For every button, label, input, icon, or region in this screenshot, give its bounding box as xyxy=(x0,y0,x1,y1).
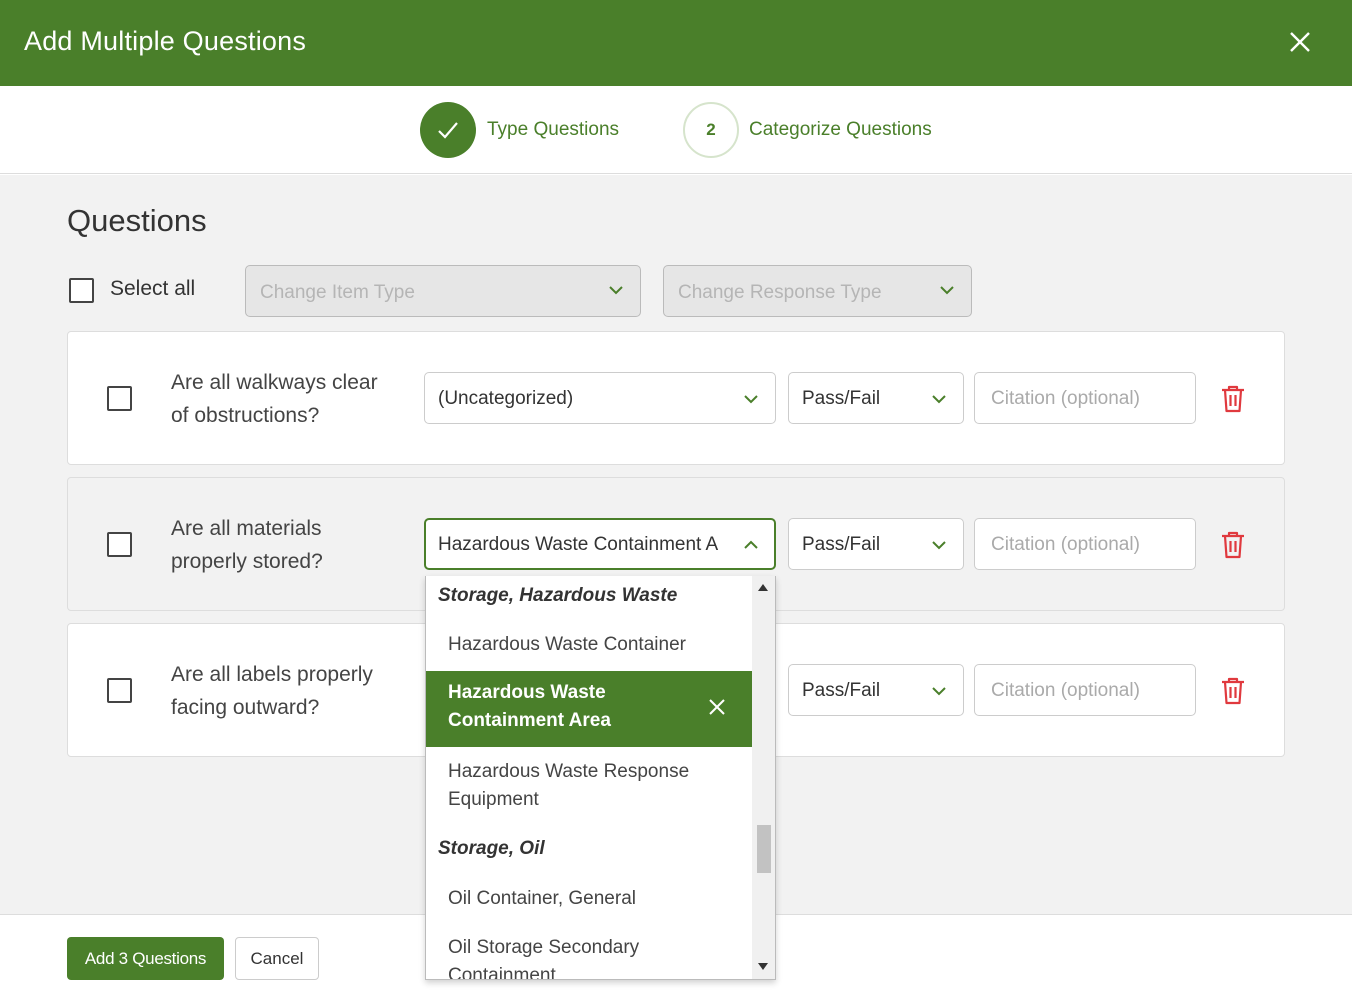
dropdown-option-selected[interactable]: Hazardous Waste Containment Area xyxy=(426,671,753,747)
chevron-down-icon xyxy=(932,687,946,696)
response-type-value: Pass/Fail xyxy=(802,680,881,701)
citation-input[interactable]: Citation (optional) xyxy=(974,518,1196,570)
step-2-circle[interactable]: 2 xyxy=(683,102,739,158)
response-type-select[interactable]: Pass/Fail xyxy=(788,664,964,716)
trash-icon[interactable] xyxy=(1220,384,1246,414)
category-select[interactable]: (Uncategorized) xyxy=(424,372,776,424)
dialog-title: Add Multiple Questions xyxy=(24,26,307,56)
scroll-up-arrow-icon[interactable] xyxy=(758,584,768,591)
question-row: Are all walkways clear of obstructions? … xyxy=(67,331,1285,465)
category-value: (Uncategorized) xyxy=(438,388,574,409)
citation-placeholder: Citation (optional) xyxy=(991,534,1140,555)
add-questions-button[interactable]: Add 3 Questions xyxy=(67,937,224,980)
question-text: Are all walkways clear of obstructions? xyxy=(171,371,378,427)
category-value: Hazardous Waste Containment Area xyxy=(438,534,718,555)
question-text: Are all labels properly facing outward? xyxy=(171,663,373,719)
dropdown-option[interactable]: Oil Container, General xyxy=(448,885,728,913)
close-icon[interactable] xyxy=(1286,28,1314,56)
option-group-label: Storage, Hazardous Waste xyxy=(438,585,678,606)
section-title: Questions xyxy=(67,203,207,238)
chevron-up-icon xyxy=(744,540,758,549)
chevron-down-icon xyxy=(609,286,623,295)
chevron-down-icon xyxy=(932,541,946,550)
select-all-checkbox[interactable] xyxy=(69,278,94,303)
response-type-value: Pass/Fail xyxy=(802,534,881,555)
trash-icon[interactable] xyxy=(1220,676,1246,706)
change-response-type-select[interactable]: Change Response Type xyxy=(663,265,972,317)
select-all-label[interactable]: Select all xyxy=(110,277,195,301)
category-select[interactable]: Hazardous Waste Containment Area xyxy=(424,518,776,570)
response-type-select[interactable]: Pass/Fail xyxy=(788,372,964,424)
citation-placeholder: Citation (optional) xyxy=(991,388,1140,409)
stepper: Type Questions 2 Categorize Questions xyxy=(0,86,1352,174)
option-group-label: Storage, Oil xyxy=(438,838,545,859)
response-type-select[interactable]: Pass/Fail xyxy=(788,518,964,570)
question-checkbox[interactable] xyxy=(107,678,132,703)
clear-selection-icon[interactable] xyxy=(707,697,727,717)
chevron-down-icon xyxy=(744,395,758,404)
question-checkbox[interactable] xyxy=(107,386,132,411)
citation-input[interactable]: Citation (optional) xyxy=(974,372,1196,424)
citation-placeholder: Citation (optional) xyxy=(991,680,1140,701)
change-response-type-placeholder: Change Response Type xyxy=(678,282,882,303)
checkmark-icon xyxy=(438,122,458,139)
chevron-down-icon xyxy=(940,286,954,295)
dropdown-option[interactable]: Oil Storage Secondary Containment xyxy=(448,934,668,979)
scrollbar-thumb[interactable] xyxy=(757,825,771,873)
category-dropdown-list: Storage, Hazardous Waste Hazardous Waste… xyxy=(425,576,776,980)
scroll-down-arrow-icon[interactable] xyxy=(758,963,768,970)
question-text: Are all materials properly stored? xyxy=(171,517,323,573)
dialog-header: Add Multiple Questions xyxy=(0,0,1352,86)
question-checkbox[interactable] xyxy=(107,532,132,557)
trash-icon[interactable] xyxy=(1220,530,1246,560)
selected-option-label: Hazardous Waste Containment Area xyxy=(448,682,611,731)
dropdown-option[interactable]: Hazardous Waste Response Equipment xyxy=(448,758,708,814)
chevron-down-icon xyxy=(932,395,946,404)
change-item-type-placeholder: Change Item Type xyxy=(260,282,415,303)
dropdown-scrollbar[interactable] xyxy=(752,576,775,979)
response-type-value: Pass/Fail xyxy=(802,388,881,409)
change-item-type-select[interactable]: Change Item Type xyxy=(245,265,641,317)
citation-input[interactable]: Citation (optional) xyxy=(974,664,1196,716)
cancel-button[interactable]: Cancel xyxy=(235,937,319,980)
step-2-label[interactable]: Categorize Questions xyxy=(749,119,932,141)
step-1-circle[interactable] xyxy=(420,102,476,158)
step-1-label[interactable]: Type Questions xyxy=(487,119,619,141)
dropdown-option[interactable]: Hazardous Waste Container xyxy=(448,631,728,659)
